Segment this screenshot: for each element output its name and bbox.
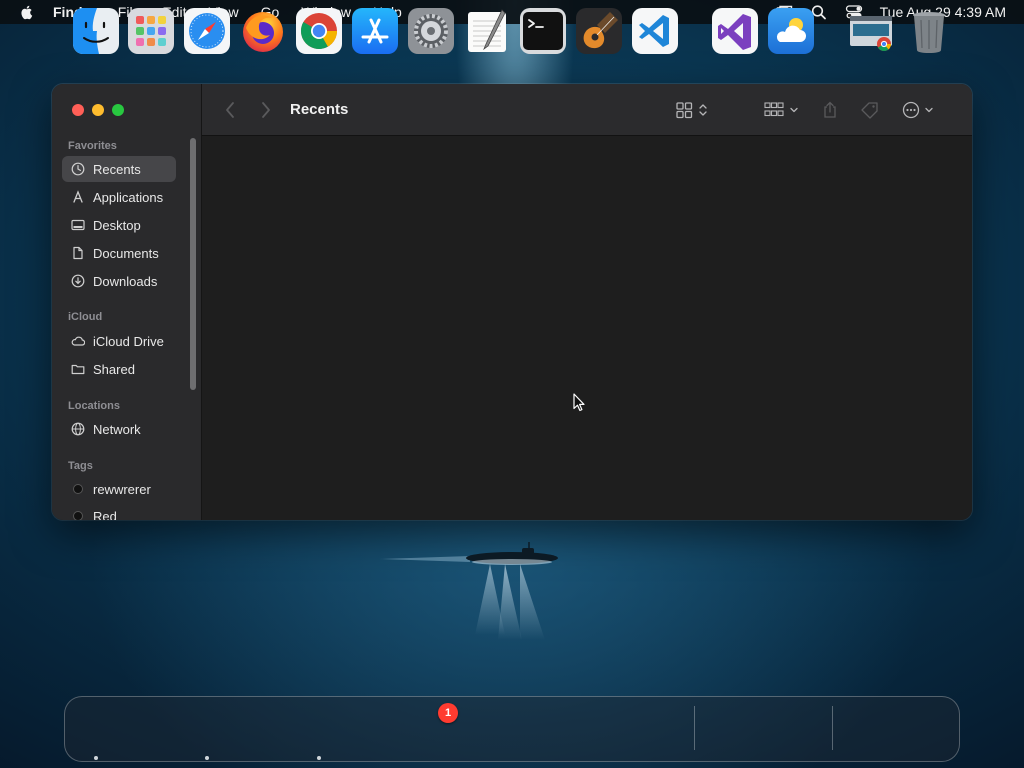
sidebar-scrollbar[interactable] bbox=[190, 138, 196, 390]
sidebar-tag-red[interactable]: Red bbox=[62, 503, 176, 520]
sidebar-item-label: Shared bbox=[93, 361, 135, 377]
forward-icon[interactable] bbox=[260, 101, 272, 119]
sidebar-item-label: Applications bbox=[93, 189, 164, 205]
finder-window: Favorites Recents Applications Desktop D… bbox=[52, 84, 972, 520]
sidebar-item-label: Downloads bbox=[93, 273, 158, 289]
finder-sidebar: Favorites Recents Applications Desktop D… bbox=[52, 84, 202, 520]
dock-textedit[interactable] bbox=[464, 8, 510, 54]
dock-screenshot[interactable] bbox=[848, 8, 894, 54]
sidebar-item-shared[interactable]: Shared bbox=[62, 356, 176, 382]
dock-visual-studio-code[interactable] bbox=[632, 8, 678, 54]
window-title: Recents bbox=[290, 101, 349, 118]
dock-garageband[interactable] bbox=[576, 8, 622, 54]
download-icon bbox=[71, 274, 85, 288]
dock-terminal[interactable] bbox=[520, 8, 566, 54]
textedit-app-icon bbox=[468, 9, 506, 52]
sidebar-section-icloud: iCloud bbox=[68, 311, 103, 323]
dock-separator bbox=[832, 706, 833, 750]
sidebar-item-applications[interactable]: Applications bbox=[62, 184, 176, 210]
file-browser-content[interactable] bbox=[202, 136, 972, 520]
sidebar-item-network[interactable]: Network bbox=[62, 416, 176, 442]
dock-firefox[interactable] bbox=[240, 8, 286, 54]
app-store-app-icon bbox=[352, 8, 398, 54]
dock-app-store[interactable] bbox=[352, 8, 398, 54]
sidebar-section-favorites: Favorites bbox=[68, 140, 117, 152]
sidebar-item-downloads[interactable]: Downloads bbox=[62, 268, 176, 294]
dock-separator bbox=[694, 706, 695, 750]
finder-toolbar: Recents bbox=[202, 84, 972, 136]
clock-icon bbox=[71, 162, 85, 176]
sidebar-item-recents[interactable]: Recents bbox=[62, 156, 176, 182]
tag-color-dot bbox=[73, 511, 83, 520]
weather-app-icon bbox=[768, 8, 814, 54]
submarine-wallpaper-icon bbox=[380, 542, 558, 640]
back-icon[interactable] bbox=[224, 101, 236, 119]
finder-app-icon bbox=[73, 8, 119, 54]
dock-safari[interactable] bbox=[184, 8, 230, 54]
dock-system-settings[interactable] bbox=[408, 8, 454, 54]
dock-finder[interactable] bbox=[73, 8, 119, 54]
document-icon bbox=[73, 246, 83, 260]
sidebar-item-label: rewwrerer bbox=[93, 481, 151, 497]
gear-icon bbox=[408, 8, 454, 54]
vscode-app-icon bbox=[632, 8, 678, 54]
dock-google-chrome[interactable] bbox=[296, 8, 342, 54]
share-icon[interactable] bbox=[822, 101, 838, 119]
running-indicator bbox=[205, 756, 209, 760]
tag-icon[interactable] bbox=[860, 101, 880, 119]
guitar-icon bbox=[576, 8, 622, 54]
sidebar-item-label: iCloud Drive bbox=[93, 333, 164, 349]
terminal-app-icon bbox=[520, 8, 566, 54]
running-indicator bbox=[317, 756, 321, 760]
sidebar-item-label: Network bbox=[93, 421, 141, 437]
desktop-icon bbox=[71, 219, 85, 231]
sidebar-section-locations: Locations bbox=[68, 400, 120, 412]
grid-view-icon[interactable] bbox=[676, 101, 712, 119]
more-actions-icon[interactable] bbox=[902, 101, 938, 119]
apple-menu-icon[interactable] bbox=[19, 4, 35, 20]
sidebar-item-icloud-drive[interactable]: iCloud Drive bbox=[62, 328, 176, 354]
sidebar-item-label: Recents bbox=[93, 161, 141, 177]
sidebar-section-tags: Tags bbox=[68, 460, 93, 472]
notification-badge: 1 bbox=[438, 703, 458, 723]
tag-color-dot bbox=[73, 484, 83, 494]
mouse-pointer-icon bbox=[573, 393, 585, 412]
zoom-window-button[interactable] bbox=[112, 104, 124, 116]
safari-app-icon bbox=[184, 8, 230, 54]
sidebar-tag-rewwrerer[interactable]: rewwrerer bbox=[62, 476, 176, 502]
launchpad-app-icon bbox=[128, 8, 174, 54]
dock-trash[interactable] bbox=[906, 8, 952, 54]
screenshot-app-icon bbox=[850, 16, 892, 51]
sidebar-item-documents[interactable]: Documents bbox=[62, 240, 176, 266]
applications-icon bbox=[73, 190, 83, 203]
dock-weather[interactable] bbox=[768, 8, 814, 54]
shared-folder-icon bbox=[71, 364, 85, 375]
dock bbox=[64, 696, 960, 762]
trash-icon bbox=[913, 12, 945, 53]
visual-studio-app-icon bbox=[712, 8, 758, 54]
chrome-app-icon bbox=[296, 8, 342, 54]
sidebar-item-label: Documents bbox=[93, 245, 159, 261]
minimize-window-button[interactable] bbox=[92, 104, 104, 116]
cloud-icon bbox=[71, 336, 85, 346]
firefox-app-icon bbox=[243, 12, 283, 52]
sidebar-item-label: Desktop bbox=[93, 217, 141, 233]
sidebar-item-desktop[interactable]: Desktop bbox=[62, 212, 176, 238]
globe-icon bbox=[71, 422, 85, 436]
close-window-button[interactable] bbox=[72, 104, 84, 116]
dock-visual-studio[interactable] bbox=[712, 8, 758, 54]
group-by-icon[interactable] bbox=[764, 101, 800, 119]
sidebar-item-label: Red bbox=[93, 508, 117, 521]
dock-launchpad[interactable] bbox=[128, 8, 174, 54]
running-indicator bbox=[94, 756, 98, 760]
